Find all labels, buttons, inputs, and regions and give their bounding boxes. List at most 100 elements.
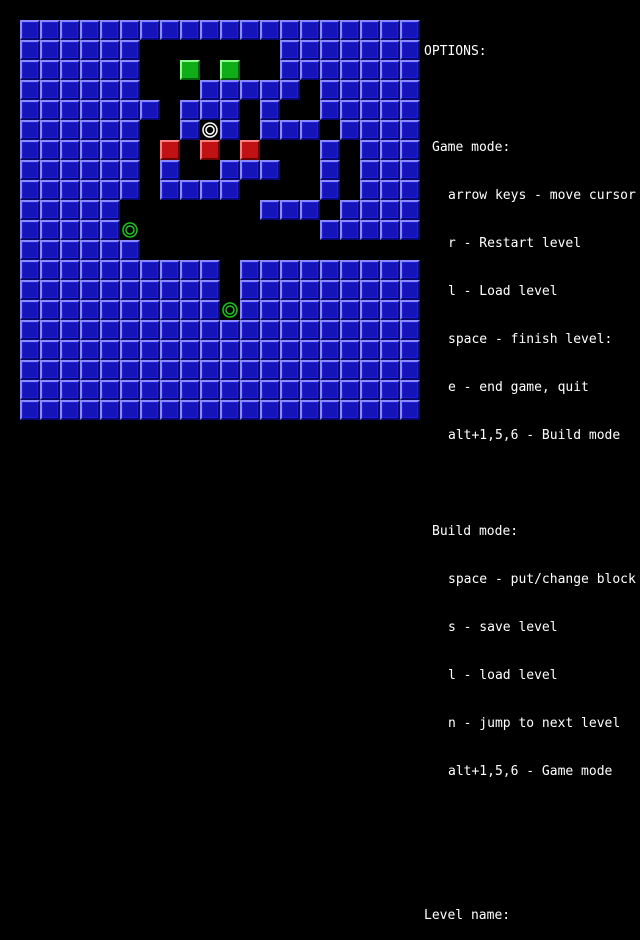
wall-block [380, 300, 400, 320]
wall-block [140, 100, 160, 120]
wall-block [80, 20, 100, 40]
wall-block [140, 20, 160, 40]
red-box [200, 140, 220, 160]
wall-block [340, 20, 360, 40]
wall-block [320, 40, 340, 60]
wall-block [20, 40, 40, 60]
wall-block [280, 300, 300, 320]
wall-block [60, 120, 80, 140]
wall-block [100, 40, 120, 60]
wall-block [160, 400, 180, 420]
wall-block [140, 280, 160, 300]
wall-block [20, 240, 40, 260]
wall-block [80, 240, 100, 260]
wall-block [180, 360, 200, 380]
wall-block [300, 360, 320, 380]
wall-block [260, 100, 280, 120]
wall-block [40, 140, 60, 160]
level-name-label: Level name: [424, 908, 511, 923]
wall-block [300, 340, 320, 360]
wall-block [180, 120, 200, 140]
wall-block [340, 280, 360, 300]
wall-block [280, 280, 300, 300]
wall-block [60, 280, 80, 300]
wall-block [320, 100, 340, 120]
wall-block [100, 300, 120, 320]
wall-block [20, 360, 40, 380]
wall-block [120, 380, 140, 400]
wall-block [120, 340, 140, 360]
wall-block [360, 180, 380, 200]
wall-block [140, 400, 160, 420]
wall-block [200, 300, 220, 320]
build-mode-header: Build mode: [432, 524, 519, 539]
wall-block [40, 200, 60, 220]
wall-block [200, 320, 220, 340]
wall-block [120, 300, 140, 320]
wall-block [260, 380, 280, 400]
wall-block [380, 120, 400, 140]
wall-block [340, 360, 360, 380]
wall-block [340, 340, 360, 360]
wall-block [320, 140, 340, 160]
wall-block [140, 360, 160, 380]
wall-block [400, 140, 420, 160]
wall-block [400, 260, 420, 280]
wall-block [140, 320, 160, 340]
wall-block [160, 300, 180, 320]
wall-block [160, 260, 180, 280]
wall-block [300, 20, 320, 40]
wall-block [240, 320, 260, 340]
wall-block [120, 40, 140, 60]
wall-block [380, 340, 400, 360]
options-title: OPTIONS: [424, 44, 487, 59]
wall-block [220, 100, 240, 120]
wall-block [60, 40, 80, 60]
wall-block [320, 60, 340, 80]
wall-block [220, 400, 240, 420]
wall-block [180, 320, 200, 340]
wall-block [120, 160, 140, 180]
wall-block [300, 380, 320, 400]
wall-block [180, 180, 200, 200]
wall-block [80, 220, 100, 240]
wall-block [20, 200, 40, 220]
wall-block [40, 180, 60, 200]
cursor[interactable] [200, 120, 220, 140]
wall-block [400, 20, 420, 40]
wall-block [280, 80, 300, 100]
wall-block [200, 340, 220, 360]
wall-block [120, 180, 140, 200]
wall-block [380, 400, 400, 420]
wall-block [100, 320, 120, 340]
wall-block [400, 320, 420, 340]
wall-block [240, 280, 260, 300]
wall-block [260, 340, 280, 360]
wall-block [300, 280, 320, 300]
wall-block [320, 360, 340, 380]
wall-block [20, 180, 40, 200]
wall-block [100, 20, 120, 40]
wall-block [80, 200, 100, 220]
wall-block [380, 260, 400, 280]
cursor-ring-icon [202, 122, 218, 138]
wall-block [80, 260, 100, 280]
wall-block [80, 300, 100, 320]
wall-block [220, 20, 240, 40]
wall-block [140, 340, 160, 360]
wall-block [60, 200, 80, 220]
wall-block [400, 160, 420, 180]
wall-block [260, 320, 280, 340]
wall-block [340, 260, 360, 280]
wall-block [60, 140, 80, 160]
wall-block [360, 80, 380, 100]
wall-block [320, 280, 340, 300]
wall-block [400, 400, 420, 420]
game-board[interactable] [20, 20, 420, 420]
wall-block [380, 200, 400, 220]
wall-block [300, 60, 320, 80]
game-mode-item: e - end game, quit [448, 380, 589, 395]
wall-block [160, 20, 180, 40]
wall-block [340, 40, 360, 60]
wall-block [400, 60, 420, 80]
